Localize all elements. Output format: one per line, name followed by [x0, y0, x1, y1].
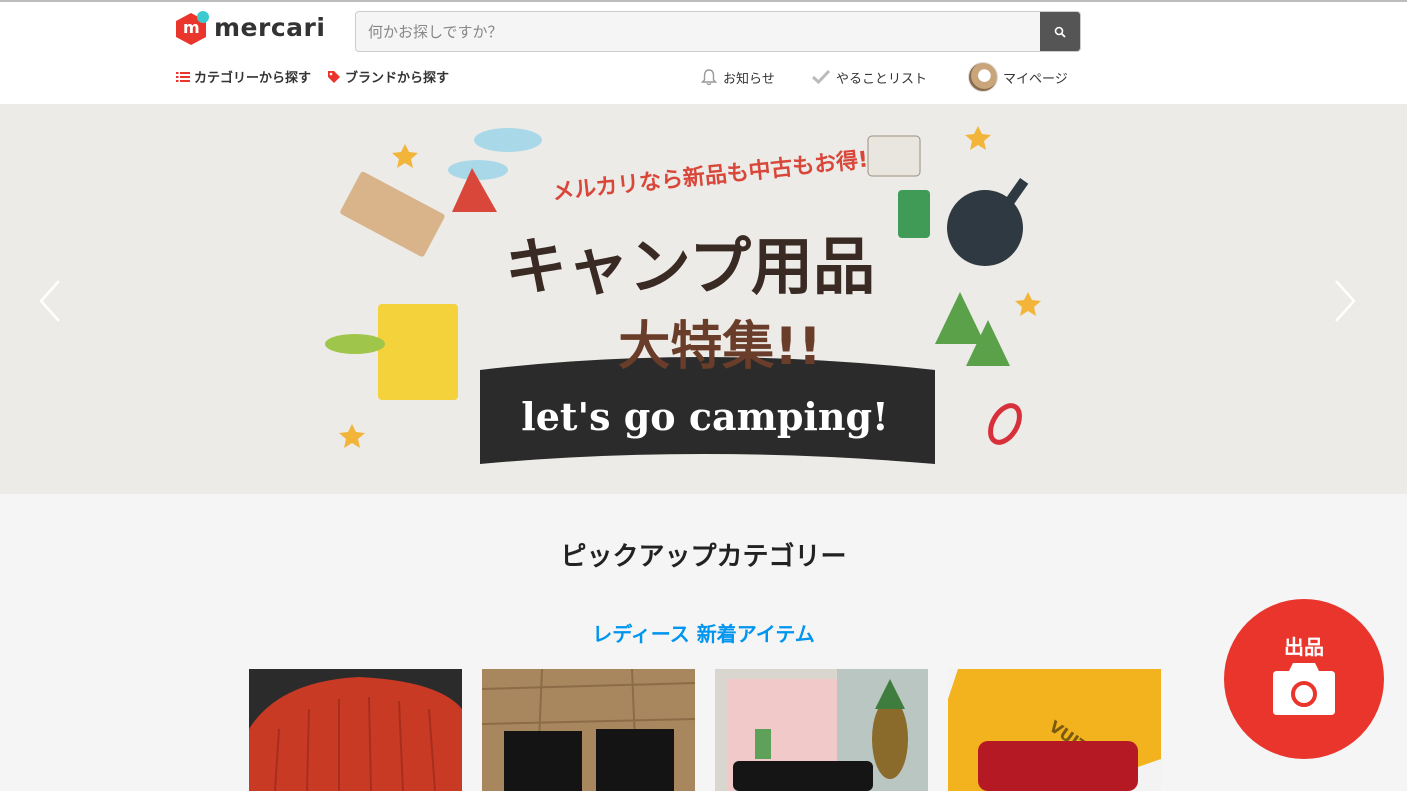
search-icon	[1054, 26, 1066, 38]
search-input[interactable]	[356, 12, 1042, 51]
mypage-link[interactable]: マイページ	[968, 60, 1068, 94]
product-image-black-wallet	[715, 669, 928, 791]
avatar	[968, 62, 998, 92]
banner-headline: キャンプ用品	[504, 230, 876, 303]
notifications-label: お知らせ	[723, 71, 775, 87]
chevron-right-icon	[1335, 280, 1356, 322]
product-card[interactable]	[482, 669, 695, 791]
todo-list-link[interactable]: やることリスト	[811, 60, 927, 94]
mercari-logo[interactable]: m mercari	[176, 11, 325, 45]
ladies-new-items-link[interactable]: レディース 新着アイテム	[0, 618, 1407, 647]
chevron-left-icon	[39, 280, 60, 322]
mypage-label: マイページ	[1003, 71, 1068, 87]
bell-icon	[700, 69, 718, 86]
pickup-title: ピックアップカテゴリー	[560, 542, 847, 572]
banner-subheadline: 大特集!!	[618, 317, 822, 377]
tag-icon	[328, 70, 341, 83]
search-bar	[355, 11, 1081, 52]
category-browse-link[interactable]: カテゴリーから探す	[176, 67, 311, 86]
todo-list-label: やることリスト	[836, 71, 928, 87]
campaign-banner[interactable]: メルカリなら新品も中古もお得! キャンプ用品 大特集!! let's go ca…	[0, 104, 1407, 494]
product-image-red-wallet: VUITTON	[948, 669, 1161, 791]
camera-icon	[1273, 663, 1335, 715]
list-icon	[176, 71, 190, 82]
product-card[interactable]	[715, 669, 928, 791]
banner-ribbon-text: let's go camping!	[521, 394, 889, 439]
category-browse-label: カテゴリーから探す	[194, 71, 312, 86]
logo-mark: m	[176, 11, 209, 45]
product-grid: VUITTON	[249, 669, 1161, 791]
search-button[interactable]	[1040, 12, 1080, 51]
browse-nav: カテゴリーから探す ブランドから探す	[176, 67, 449, 86]
product-image-black-leggings	[482, 669, 695, 791]
brand-browse-label: ブランドから探す	[345, 71, 450, 86]
product-card[interactable]	[249, 669, 462, 791]
carousel-next-button[interactable]	[1330, 279, 1360, 323]
notifications-link[interactable]: お知らせ	[700, 60, 775, 94]
sell-button[interactable]: 出品	[1224, 599, 1384, 759]
logo-text: mercari	[214, 13, 326, 42]
brand-browse-link[interactable]: ブランドから探す	[327, 67, 449, 86]
sell-button-label: 出品	[1284, 635, 1324, 659]
check-icon	[811, 69, 831, 85]
carousel-prev-button[interactable]	[35, 279, 65, 323]
user-nav: お知らせ やることリスト マイページ	[700, 60, 1080, 94]
site-header: m mercari カテゴリーから探す ブランドから探す	[0, 2, 1407, 104]
product-card[interactable]: VUITTON	[948, 669, 1161, 791]
product-image-red-beanie	[249, 669, 462, 791]
